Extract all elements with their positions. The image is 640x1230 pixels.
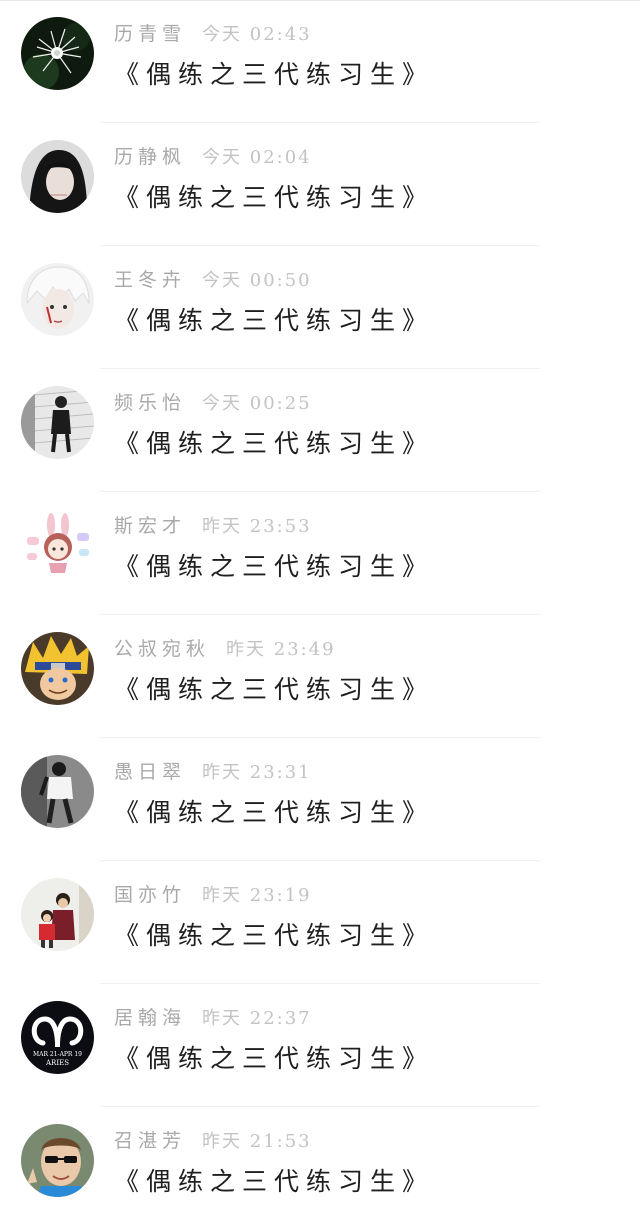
sender-name: 公叔宛秋 xyxy=(114,638,211,660)
sender-name: 王冬卉 xyxy=(114,269,187,291)
timestamp: 今天 00:25 xyxy=(202,393,312,414)
avatar[interactable] xyxy=(21,17,94,90)
message-meta: 居翰海 昨天 22:37 xyxy=(114,1003,312,1031)
message-text: 《偶练之三代练习生》 xyxy=(114,921,435,950)
message-text: 《偶练之三代练习生》 xyxy=(114,429,435,458)
sender-name: 愚日翠 xyxy=(114,761,187,783)
message-text: 《偶练之三代练习生》 xyxy=(114,552,435,581)
message-item[interactable]: 频乐怡 今天 00:25 《偶练之三代练习生》 xyxy=(0,369,640,492)
sender-name: 国亦竹 xyxy=(114,884,187,906)
message-meta: 王冬卉 今天 00:50 xyxy=(114,265,312,293)
white-haired-portrait-avatar-icon xyxy=(21,263,94,336)
message-meta: 历静枫 今天 02:04 xyxy=(114,142,312,170)
timestamp: 昨天 23:19 xyxy=(202,885,312,906)
sender-name: 召湛芳 xyxy=(114,1130,187,1152)
message-meta: 历青雪 今天 02:43 xyxy=(114,19,312,47)
message-item[interactable]: 愚日翠 昨天 23:31 《偶练之三代练习生》 xyxy=(0,738,640,861)
message-item[interactable]: 王冬卉 今天 00:50 《偶练之三代练习生》 xyxy=(0,246,640,369)
sender-name: 频乐怡 xyxy=(114,392,187,414)
message-meta: 愚日翠 昨天 23:31 xyxy=(114,757,312,785)
avatar[interactable] xyxy=(21,140,94,213)
boy-with-sunglasses-avatar-icon xyxy=(21,1124,94,1197)
message-text: 《偶练之三代练习生》 xyxy=(114,306,435,335)
aries-zodiac-avatar-icon: MAR 21-APR 19 ARIES xyxy=(21,1001,94,1074)
message-text: 《偶练之三代练习生》 xyxy=(114,60,435,89)
message-item[interactable]: 召湛芳 昨天 21:53 《偶练之三代练习生》 xyxy=(0,1107,640,1230)
avatar[interactable]: MAR 21-APR 19 ARIES xyxy=(21,1001,94,1074)
timestamp: 昨天 23:53 xyxy=(202,516,312,537)
message-item[interactable]: 公叔宛秋 昨天 23:49 《偶练之三代练习生》 xyxy=(0,615,640,738)
message-meta: 召湛芳 昨天 21:53 xyxy=(114,1126,312,1154)
avatar[interactable] xyxy=(21,263,94,336)
timestamp: 昨天 23:31 xyxy=(202,762,312,783)
message-text: 《偶练之三代练习生》 xyxy=(114,798,435,827)
message-text: 《偶练之三代练习生》 xyxy=(114,675,435,704)
cartoon-bunny-avatar-icon xyxy=(21,509,94,582)
message-text: 《偶练之三代练习生》 xyxy=(114,183,435,212)
message-item[interactable]: MAR 21-APR 19 ARIES 居翰海 昨天 22:37 《偶练之三代练习… xyxy=(0,984,640,1107)
message-item[interactable]: 历静枫 今天 02:04 《偶练之三代练习生》 xyxy=(0,123,640,246)
standing-person-avatar-icon xyxy=(21,386,94,459)
girl-portrait-avatar-icon xyxy=(21,140,94,213)
two-children-avatar-icon xyxy=(21,878,94,951)
message-list: 历青雪 今天 02:43 《偶练之三代练习生》 历静枫 今天 02:04 《偶练之三… xyxy=(0,0,640,1219)
sender-name: 居翰海 xyxy=(114,1007,187,1029)
message-meta: 频乐怡 今天 00:25 xyxy=(114,388,312,416)
avatar[interactable] xyxy=(21,1124,94,1197)
avatar[interactable] xyxy=(21,386,94,459)
message-item[interactable]: 斯宏才 昨天 23:53 《偶练之三代练习生》 xyxy=(0,492,640,615)
avatar[interactable] xyxy=(21,632,94,705)
sender-name: 历静枫 xyxy=(114,146,187,168)
avatar[interactable] xyxy=(21,509,94,582)
spider-lily-avatar-icon xyxy=(21,17,94,90)
avatar[interactable] xyxy=(21,878,94,951)
timestamp: 今天 02:43 xyxy=(202,24,312,45)
timestamp: 昨天 21:53 xyxy=(202,1131,312,1152)
timestamp: 昨天 22:37 xyxy=(202,1008,312,1029)
message-item[interactable]: 国亦竹 昨天 23:19 《偶练之三代练习生》 xyxy=(0,861,640,984)
walking-person-avatar-icon xyxy=(21,755,94,828)
timestamp: 今天 00:50 xyxy=(202,270,312,291)
avatar[interactable] xyxy=(21,755,94,828)
sender-name: 斯宏才 xyxy=(114,515,187,537)
anime-character-avatar-icon xyxy=(21,632,94,705)
message-meta: 斯宏才 昨天 23:53 xyxy=(114,511,312,539)
message-meta: 国亦竹 昨天 23:19 xyxy=(114,880,312,908)
aries-label-text: ARIES xyxy=(45,1059,69,1067)
sender-name: 历青雪 xyxy=(114,23,187,45)
aries-date-text: MAR 21-APR 19 xyxy=(33,1051,82,1058)
message-text: 《偶练之三代练习生》 xyxy=(114,1044,435,1073)
message-item[interactable]: 历青雪 今天 02:43 《偶练之三代练习生》 xyxy=(0,0,640,123)
timestamp: 今天 02:04 xyxy=(202,147,312,168)
timestamp: 昨天 23:49 xyxy=(226,639,336,660)
message-meta: 公叔宛秋 昨天 23:49 xyxy=(114,634,336,662)
message-text: 《偶练之三代练习生》 xyxy=(114,1167,435,1196)
